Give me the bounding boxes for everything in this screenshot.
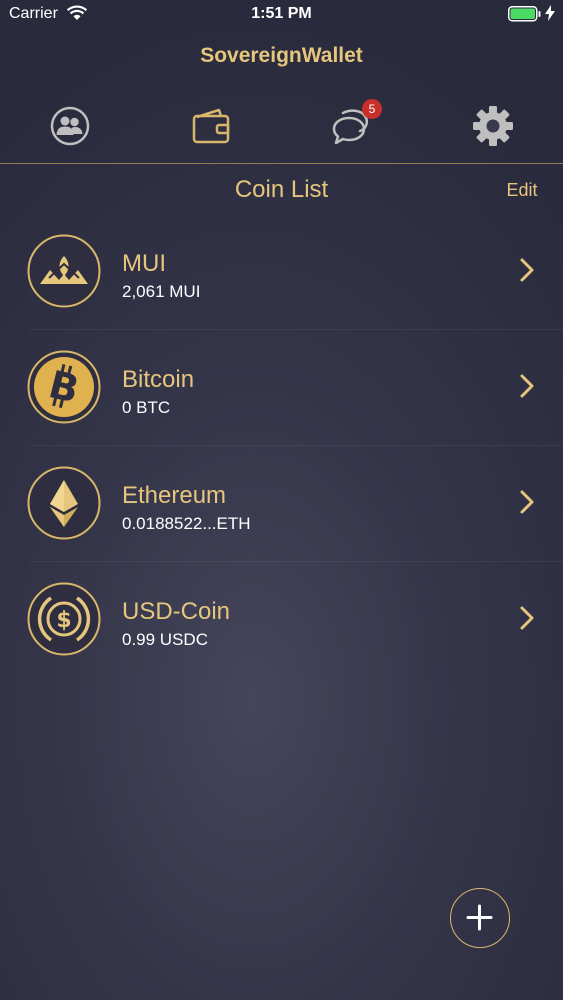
status-bar: Carrier 1:51 PM (0, 0, 563, 30)
usdc-icon: $ (27, 582, 101, 656)
coin-row-bitcoin[interactable]: B Bitcoin 0 BTC (0, 330, 563, 446)
messages-badge: 5 (362, 99, 382, 119)
coin-row-mui[interactable]: MUI 2,061 MUI (0, 214, 563, 330)
ethereum-icon (27, 466, 101, 540)
chevron-right-icon (520, 490, 534, 514)
gear-icon[interactable] (471, 104, 515, 148)
charging-bolt-icon (545, 5, 555, 21)
svg-text:$: $ (56, 608, 71, 633)
app-title: SovereignWallet (200, 44, 363, 67)
battery-icon (508, 6, 541, 22)
add-coin-button[interactable] (450, 888, 510, 948)
coin-name: Bitcoin (122, 366, 195, 393)
coin-row-ethereum[interactable]: Ethereum 0.0188522...ETH (0, 446, 563, 562)
coin-name: USD-Coin (122, 598, 231, 625)
coin-name: Ethereum (122, 482, 227, 509)
contacts-icon[interactable] (48, 104, 92, 148)
edit-button[interactable]: Edit (494, 180, 550, 204)
coin-name: MUI (122, 250, 166, 277)
coin-list-title: Coin List (234, 176, 329, 203)
coin-balance: 0.99 USDC (122, 630, 208, 649)
coin-balance: 0 BTC (122, 398, 171, 417)
chevron-right-icon (520, 606, 534, 630)
coin-balance: 0.0188522...ETH (122, 514, 251, 533)
mui-logo-icon (27, 234, 101, 308)
coin-row-usd-coin[interactable]: $ USD-Coin 0.99 USDC (0, 562, 563, 678)
status-time: 1:51 PM (251, 5, 312, 22)
bitcoin-icon: B (27, 350, 101, 424)
coin-balance: 2,061 MUI (122, 282, 201, 301)
header-divider (0, 163, 563, 164)
chevron-right-icon (520, 258, 534, 282)
plus-icon (466, 904, 493, 931)
wallet-icon[interactable] (189, 104, 233, 148)
chevron-right-icon (520, 374, 534, 398)
